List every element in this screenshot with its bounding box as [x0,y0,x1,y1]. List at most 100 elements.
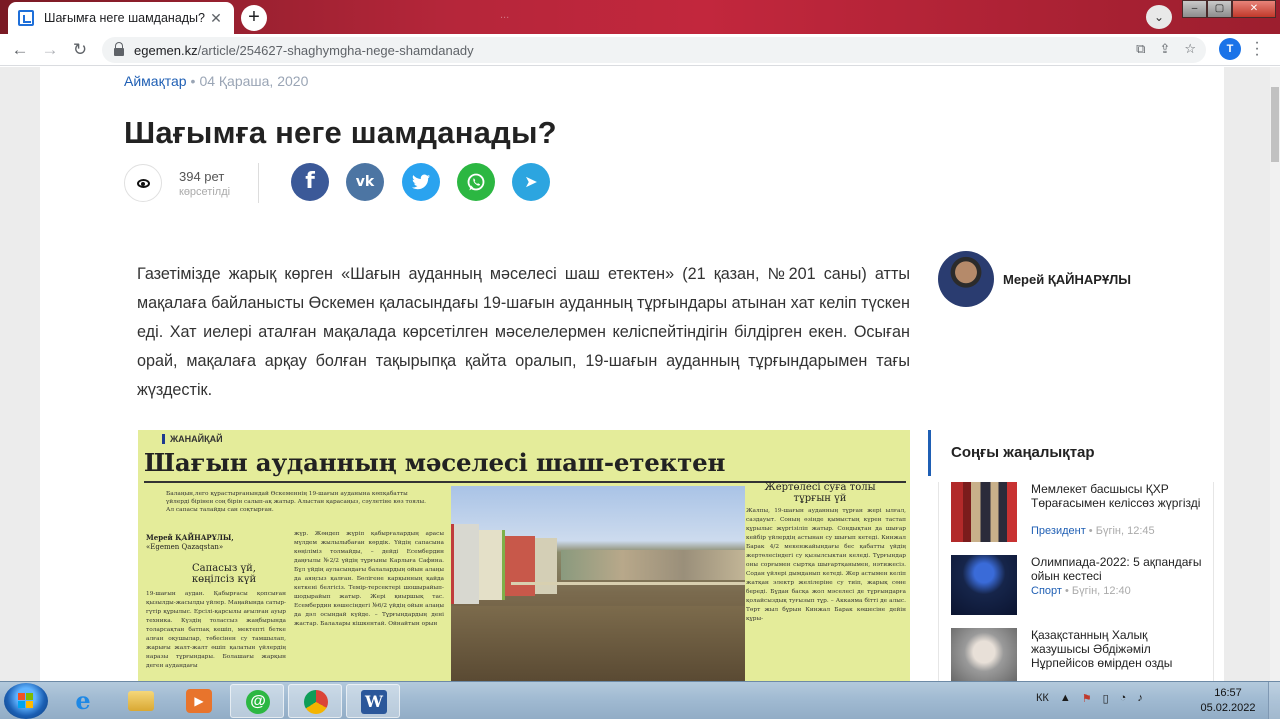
vk-share-button[interactable]: vk [346,163,384,201]
meta-separator: • [190,73,196,89]
translate-icon[interactable]: ⧉ [1136,41,1145,57]
page-scrollbar[interactable] [1270,67,1280,681]
news-title[interactable]: Мемлекет басшысы ҚХР Төрағасымен келіссө… [1031,482,1209,510]
news-time: Бүгін, 12:40 [1071,585,1131,597]
latest-news-header: Соңғы жаңалықтар [928,430,1210,476]
whatsapp-share-button[interactable] [457,163,495,201]
divider [258,163,259,203]
clipping-author-org: «Egemen Qazaqstan» [146,543,224,551]
folder-icon [128,691,154,711]
facebook-share-button[interactable]: f [291,163,329,201]
profile-avatar[interactable]: T [1219,38,1241,60]
clipping-column-1: 19-шағын аудан. Қабырғасы қопсыған қызыл… [146,591,286,669]
system-tray: КК ▲ ⚑ ▯ ◔ ♪ [1036,692,1143,705]
taskbar-media-player[interactable]: ▶ [172,684,226,718]
browser-menu-icon[interactable]: · · · [1252,35,1262,63]
article-page: Аймақтар • 04 Қараша, 2020 Шағымға неге ша… [40,67,1224,681]
new-tab-button[interactable]: + [241,5,267,31]
news-thumbnail[interactable] [951,482,1017,542]
word-icon: W [361,690,387,714]
browser-toolbar: ← → ↻ egemen.kz/article/254627-shaghymgh… [0,34,1280,66]
news-item[interactable]: Олимпиада-2022: 5 ақпандағы ойын кестесі… [951,555,1215,625]
url-host: egemen.kz [134,42,198,58]
show-desktop-button[interactable] [1268,682,1280,719]
clipping-subhead-1: Сапасыз үй, көңілсіз күй [191,563,257,585]
news-title[interactable]: Олимпиада-2022: 5 ақпандағы ойын кестесі [1031,555,1209,583]
tray-expand-icon[interactable]: ▲ [1060,692,1071,705]
clipping-column-3: Жалпы, 19-шағын ауданның тұрған жері ылғ… [746,508,906,622]
maximize-button[interactable]: ▢ [1207,0,1232,18]
tab-close-icon[interactable]: ✕ [208,10,224,27]
lock-icon[interactable] [114,42,124,56]
taskbar-messenger[interactable]: @ [230,684,284,718]
minimize-button[interactable]: – [1182,0,1207,18]
article-lead-paragraph: Газетімізде жарық көрген «Шағын ауданның… [137,265,910,399]
start-button[interactable] [4,683,48,719]
latest-news-widget: Соңғы жаңалықтар Мемлекет басшысы ҚХР Тө… [928,430,1224,681]
tab-search-chevron-down-icon[interactable]: ⌄ [1146,5,1172,29]
views-badge [124,164,162,202]
bookmark-star-icon[interactable]: ☆ [1184,41,1196,57]
article-date: 04 Қараша, 2020 [199,73,309,89]
news-time: Бүгін, 12:45 [1095,525,1155,537]
news-category[interactable]: Спорт [1031,585,1062,597]
taskbar-word[interactable]: W [346,684,400,718]
taskbar-clock[interactable]: 16:57 05.02.2022 [1198,686,1258,716]
media-player-icon: ▶ [186,689,212,713]
twitter-bird-icon [412,174,430,190]
latest-news-title: Соңғы жаңалықтар [951,444,1095,461]
news-meta: Спорт • Бүгін, 12:40 [1031,585,1131,597]
battery-icon[interactable]: ▯ [1103,692,1109,705]
browser-tab-active[interactable]: Шағымға неге шамданады? ✕ [8,2,234,34]
language-indicator[interactable]: КК [1036,692,1049,705]
browser-titlebar: Шағымға неге шамданады? ✕ + ... ⌄ – ▢ ✕ [0,0,1280,34]
views-label: көрсетілді [179,186,231,198]
news-title[interactable]: Қазақстанның Халық жазушысы Әбдіжәміл Нұ… [1031,628,1209,670]
whatsapp-phone-icon [467,173,485,191]
clipping-author-name: Мерей ҚАЙНАРҰЛЫ, [146,533,234,542]
news-item[interactable]: Мемлекет басшысы ҚХР Төрағасымен келіссө… [951,482,1215,552]
internet-explorer-icon: e [75,686,91,715]
telegram-share-button[interactable]: ➤ [512,163,550,201]
eye-icon [137,179,150,188]
egemen-favicon-icon [18,10,34,26]
author-name-link[interactable]: Мерей ҚАЙНАРҰЛЫ [1003,272,1131,287]
window-title-faded: ... [500,9,510,21]
chrome-icon [304,690,328,714]
back-arrow-icon[interactable]: ← [8,38,32,62]
news-meta: Президент • Бүгін, 12:45 [1031,525,1155,537]
messenger-icon: @ [246,690,270,714]
reload-icon[interactable]: ↻ [68,38,92,62]
page-viewport: Аймақтар • 04 Қараша, 2020 Шағымға неге ша… [0,67,1280,681]
taskbar-chrome[interactable] [288,684,342,718]
article-category-link[interactable]: Аймақтар [124,73,187,89]
window-controls: – ▢ ✕ [1182,0,1276,18]
clock-time: 16:57 [1214,687,1242,699]
article-title: Шағымға неге шамданады? [124,115,557,150]
tab-title: Шағымға неге шамданады? [44,11,205,25]
forward-arrow-icon[interactable]: → [38,38,62,62]
news-category[interactable]: Президент [1031,525,1086,537]
newspaper-clipping-image: ЖАНАЙҚАЙ Шағын ауданның мәселесі шаш-ете… [138,430,910,681]
scrollbar-thumb[interactable] [1271,87,1279,162]
share-page-icon[interactable]: ⇪ [1159,41,1170,57]
news-thumbnail[interactable] [951,555,1017,615]
clipping-intro: Балаңын,лего құрастырғанындай Өскеменнің… [166,491,427,513]
clipping-byline: Мерей ҚАЙНАРҰЛЫ, «Egemen Qazaqstan» [146,533,234,552]
news-item[interactable]: Қазақстанның Халық жазушысы Әбдіжәміл Нұ… [951,628,1215,681]
taskbar-file-explorer[interactable] [114,684,168,718]
address-bar[interactable]: egemen.kz/article/254627-shaghymgha-nege… [102,37,1206,63]
windows-logo-icon [18,693,34,709]
network-icon[interactable]: ◔ [1120,692,1127,705]
volume-icon[interactable]: ♪ [1137,692,1143,705]
news-thumbnail[interactable] [951,628,1017,681]
clipping-column-2: жүр. Жөндеп жүріп қабырғалардың арасы мү… [294,531,444,627]
taskbar-internet-explorer[interactable]: e [56,684,110,718]
article-meta: Аймақтар • 04 Қараша, 2020 [124,73,308,89]
clock-date: 05.02.2022 [1200,702,1256,714]
close-window-button[interactable]: ✕ [1232,0,1276,18]
twitter-share-button[interactable] [402,163,440,201]
clipping-headline: Шағын ауданның мәселесі шаш-етектен [144,448,726,477]
author-avatar[interactable] [938,251,994,307]
action-center-flag-icon[interactable]: ⚑ [1082,692,1092,705]
